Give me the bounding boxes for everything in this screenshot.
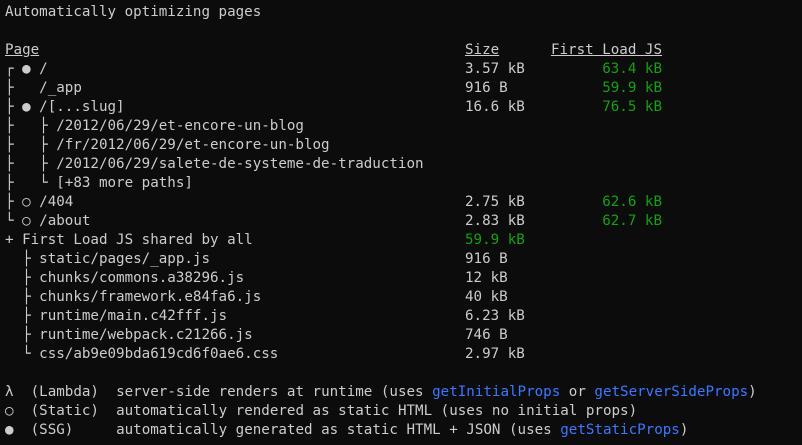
tree-glyph: ├ ├ bbox=[5, 156, 57, 172]
tree-glyph: ├ ├ bbox=[5, 118, 57, 134]
tree-glyph: ├ bbox=[5, 80, 40, 96]
tree-glyph: ├ └ bbox=[5, 175, 57, 191]
ssg-symbol: ● bbox=[5, 422, 14, 438]
page-size: 2.75 kB bbox=[465, 194, 525, 210]
legend-desc: server-side renders at runtime (uses bbox=[116, 384, 433, 400]
shared-file-name: chunks/commons.a38296.js bbox=[39, 270, 245, 286]
tree-glyph: ├ bbox=[5, 270, 40, 286]
build-title: Automatically optimizing pages bbox=[5, 4, 262, 20]
page-size: 3.57 kB bbox=[465, 61, 525, 77]
legend-desc: automatically generated as static HTML +… bbox=[116, 422, 561, 438]
tree-glyph: ├ ● bbox=[5, 99, 40, 115]
legend-fn: getStaticProps bbox=[560, 422, 680, 438]
shared-size: 59.9 kB bbox=[465, 232, 525, 248]
tree-glyph: ├ bbox=[5, 327, 40, 343]
shared-file-name: runtime/main.c42fff.js bbox=[39, 308, 228, 324]
static-symbol: ○ bbox=[5, 403, 14, 419]
tree-glyph: └ ○ bbox=[5, 213, 40, 229]
legend-row-lambda: λ (Lambda) server-side renders at runtim… bbox=[5, 384, 757, 400]
shared-file-size: 6.23 kB bbox=[465, 308, 525, 324]
shared-file-size: 746 B bbox=[465, 327, 508, 343]
legend-type: (Static) bbox=[30, 403, 99, 419]
page-first-load: 62.6 kB bbox=[602, 194, 662, 210]
page-first-load: 62.7 kB bbox=[602, 213, 662, 229]
lambda-symbol: λ bbox=[5, 384, 14, 400]
page-first-load: 59.9 kB bbox=[602, 80, 662, 96]
tree-glyph: ├ ├ bbox=[5, 137, 57, 153]
page-path: /2012/06/29/salete-de-systeme-de-traduct… bbox=[56, 156, 424, 172]
page-first-load: 76.5 kB bbox=[602, 99, 662, 115]
page-path: /2012/06/29/et-encore-un-blog bbox=[56, 118, 304, 134]
tree-glyph: ├ bbox=[5, 251, 40, 267]
tree-glyph: ├ ○ bbox=[5, 194, 40, 210]
tree-glyph: ├ bbox=[5, 289, 40, 305]
shared-file-size: 12 kB bbox=[465, 270, 508, 286]
page-size: 916 B bbox=[465, 80, 508, 96]
legend-type: (SSG) bbox=[30, 422, 74, 438]
page-path: /404 bbox=[39, 194, 74, 210]
column-header-size: Size bbox=[465, 42, 500, 58]
shared-file-size: 40 kB bbox=[465, 289, 508, 305]
page-path: /[...slug] bbox=[39, 99, 125, 115]
legend-fn: getServerSideProps bbox=[594, 384, 749, 400]
column-header-first-load: First Load JS bbox=[550, 42, 662, 58]
column-header-page: Page bbox=[5, 42, 40, 58]
shared-file-size: 916 B bbox=[465, 251, 508, 267]
page-path: [+83 more paths] bbox=[56, 175, 193, 191]
shared-file-name: static/pages/_app.js bbox=[39, 251, 211, 267]
tree-glyph: ├ bbox=[5, 308, 40, 324]
page-first-load: 63.4 kB bbox=[602, 61, 662, 77]
tree-glyph: └ bbox=[5, 346, 40, 362]
legend-row-static: ○ (Static) automatically rendered as sta… bbox=[5, 402, 637, 421]
page-size: 2.83 kB bbox=[465, 213, 525, 229]
page-path: /_app bbox=[39, 80, 82, 96]
page-path: /about bbox=[39, 213, 91, 229]
shared-file-name: chunks/framework.e84fa6.js bbox=[39, 289, 262, 305]
shared-file-size: 2.97 kB bbox=[465, 346, 525, 362]
shared-label: + First Load JS shared by all bbox=[5, 232, 253, 248]
page-path: /fr/2012/06/29/et-encore-un-blog bbox=[56, 137, 330, 153]
legend-type: (Lambda) bbox=[30, 384, 99, 400]
page-path: / bbox=[39, 61, 48, 77]
shared-file-name: runtime/webpack.c21266.js bbox=[39, 327, 253, 343]
tree-glyph: ┌ ● bbox=[5, 61, 40, 77]
legend-desc: automatically rendered as static HTML (u… bbox=[116, 403, 638, 419]
shared-file-name: css/ab9e09bda619cd6f0ae6.css bbox=[39, 346, 279, 362]
page-size: 16.6 kB bbox=[465, 99, 525, 115]
legend-row-ssg: ● (SSG) automatically generated as stati… bbox=[5, 422, 689, 438]
legend-fn: getInitialProps bbox=[432, 384, 561, 400]
